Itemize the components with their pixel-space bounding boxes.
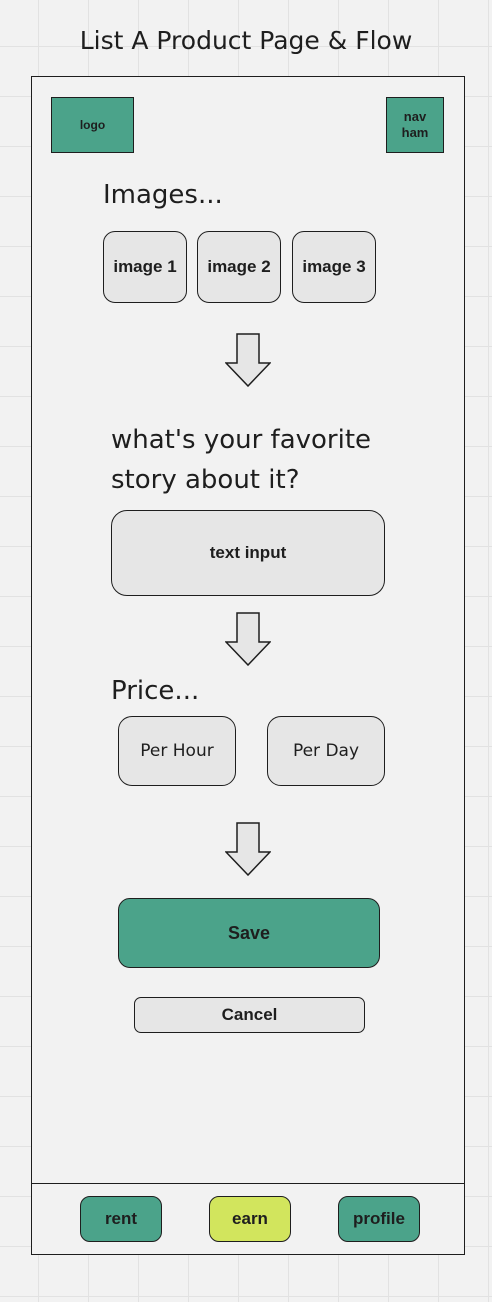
page-title: List A Product Page & Flow: [79, 26, 413, 55]
arrow-down-icon: [225, 612, 271, 666]
images-heading: Images...: [103, 180, 223, 210]
price-heading: Price...: [111, 676, 200, 706]
footer-divider: [31, 1183, 465, 1184]
save-button[interactable]: Save: [118, 898, 380, 968]
story-heading: what's your favorite story about it?: [111, 425, 372, 495]
nav-profile-button[interactable]: profile: [338, 1196, 420, 1242]
image-slot-1[interactable]: image 1: [103, 231, 187, 303]
per-day-option[interactable]: Per Day: [267, 716, 385, 786]
nav-earn-button[interactable]: earn: [209, 1196, 291, 1242]
per-hour-option[interactable]: Per Hour: [118, 716, 236, 786]
arrow-down-icon: [225, 822, 271, 876]
image-slot-3[interactable]: image 3: [292, 231, 376, 303]
story-text-input[interactable]: text input: [111, 510, 385, 596]
cancel-button[interactable]: Cancel: [134, 997, 365, 1033]
image-slot-2[interactable]: image 2: [197, 231, 281, 303]
arrow-down-icon: [225, 333, 271, 387]
nav-rent-button[interactable]: rent: [80, 1196, 162, 1242]
nav-hamburger-button[interactable]: nav ham: [386, 97, 444, 153]
logo[interactable]: logo: [51, 97, 134, 153]
